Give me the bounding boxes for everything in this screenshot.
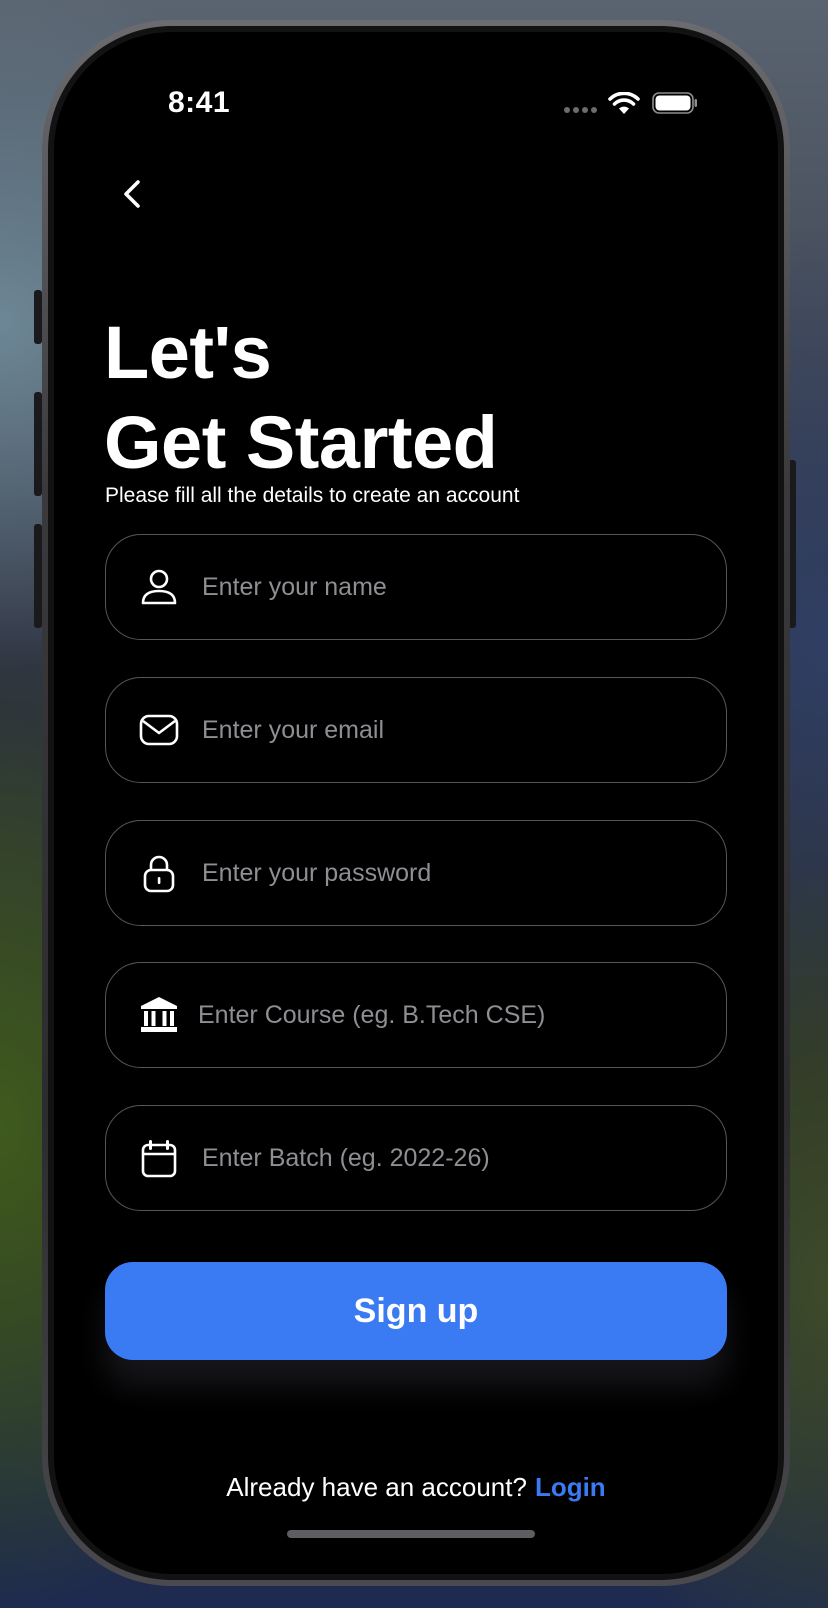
- batch-field-placeholder: Enter Batch (eg. 2022-26): [202, 1143, 490, 1172]
- password-field-placeholder: Enter your password: [202, 858, 432, 887]
- calendar-icon: [138, 1137, 180, 1179]
- email-field-placeholder: Enter your email: [202, 715, 385, 744]
- login-link[interactable]: Login: [535, 1472, 606, 1502]
- sign-up-button[interactable]: Sign up: [105, 1262, 727, 1360]
- signal-dots-icon: [564, 107, 597, 113]
- battery-icon: [652, 92, 697, 114]
- page-title-line-2: Get Started: [104, 401, 498, 484]
- device-volume-up-button: [34, 392, 42, 496]
- course-field[interactable]: Enter Course (eg. B.Tech CSE): [105, 962, 727, 1068]
- page-subtitle: Please fill all the details to create an…: [105, 484, 520, 507]
- page-title-line-1: Let's: [104, 311, 272, 394]
- email-field[interactable]: Enter your email: [105, 677, 727, 783]
- device-volume-down-button: [34, 524, 42, 628]
- login-prompt: Already have an account? Login: [54, 1472, 778, 1503]
- login-prompt-text: Already have an account?: [226, 1472, 527, 1502]
- wifi-icon: [608, 92, 640, 114]
- password-field[interactable]: Enter your password: [105, 820, 727, 926]
- name-field-placeholder: Enter your name: [202, 572, 387, 601]
- home-indicator[interactable]: [287, 1530, 535, 1538]
- page-title: Let's Get Started: [104, 308, 498, 488]
- batch-field[interactable]: Enter Batch (eg. 2022-26): [105, 1105, 727, 1211]
- institution-icon: [138, 994, 180, 1036]
- person-icon: [138, 566, 180, 608]
- chevron-left-icon: [124, 180, 140, 208]
- lock-icon: [138, 852, 180, 894]
- course-field-placeholder: Enter Course (eg. B.Tech CSE): [198, 1000, 546, 1029]
- envelope-icon: [138, 709, 180, 751]
- device-action-button: [34, 290, 42, 344]
- name-field[interactable]: Enter your name: [105, 534, 727, 640]
- back-button[interactable]: [112, 172, 156, 216]
- app-screen: 8:41 Let's Get Started Please fill all t…: [54, 32, 778, 1574]
- status-time: 8:41: [168, 86, 231, 119]
